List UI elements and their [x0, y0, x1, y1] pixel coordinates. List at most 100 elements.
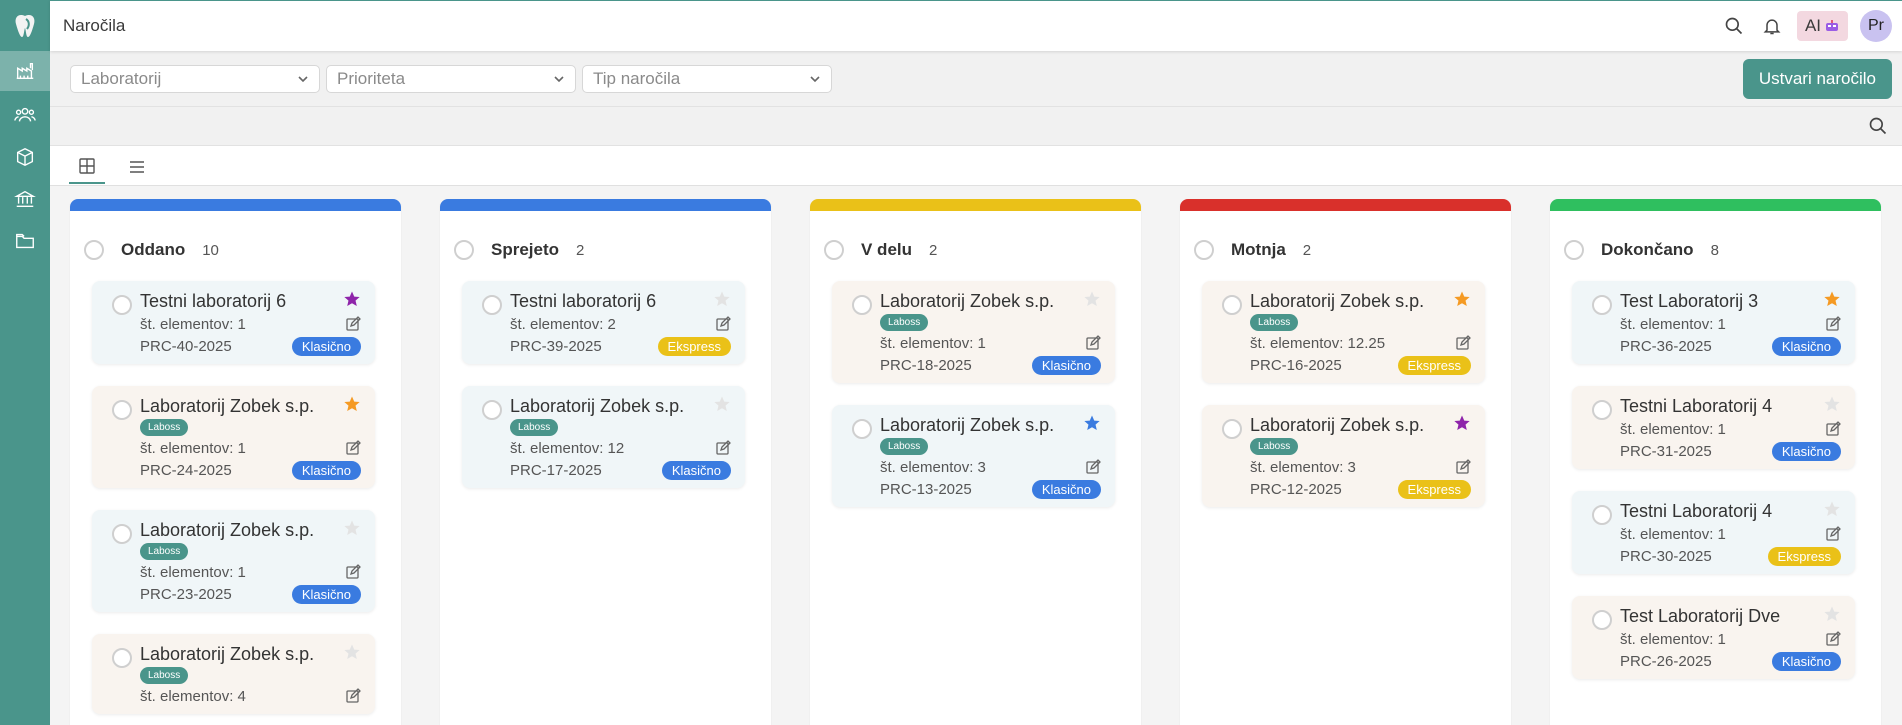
- card-select-radio[interactable]: [852, 295, 872, 315]
- card-order-code: PRC-36-2025: [1620, 337, 1712, 355]
- order-card[interactable]: Testni Laboratorij 4 št. elementov: 1 PR…: [1572, 491, 1855, 574]
- card-title: Laboratorij Zobek s.p.: [140, 520, 315, 540]
- edit-icon[interactable]: [345, 440, 361, 456]
- star-icon[interactable]: [1453, 290, 1471, 308]
- board-search-button[interactable]: [1868, 116, 1888, 141]
- card-select-radio[interactable]: [112, 295, 132, 315]
- edit-icon[interactable]: [1825, 316, 1841, 332]
- card-select-radio[interactable]: [1592, 505, 1612, 525]
- avatar[interactable]: Pr: [1860, 10, 1892, 42]
- card-select-radio[interactable]: [482, 400, 502, 420]
- column-select-radio[interactable]: [824, 240, 844, 260]
- logo[interactable]: [0, 0, 50, 51]
- sidebar-item-users[interactable]: [0, 95, 50, 135]
- edit-icon[interactable]: [1825, 526, 1841, 542]
- star-icon[interactable]: [1453, 414, 1471, 432]
- edit-icon[interactable]: [715, 440, 731, 456]
- bank-icon: [14, 190, 36, 208]
- card-list: Laboratorij Zobek s.p. Laboss št. elemen…: [832, 281, 1115, 529]
- search-icon: [1725, 17, 1743, 35]
- order-card[interactable]: Testni laboratorij 6 št. elementov: 1 PR…: [92, 281, 375, 364]
- star-icon[interactable]: [343, 519, 361, 537]
- star-icon[interactable]: [713, 395, 731, 413]
- card-select-radio[interactable]: [852, 419, 872, 439]
- star-icon[interactable]: [1823, 395, 1841, 413]
- search-button[interactable]: [1721, 11, 1747, 41]
- order-card[interactable]: Laboratorij Zobek s.p. Laboss št. elemen…: [1202, 281, 1485, 383]
- list-view-tab[interactable]: [119, 150, 155, 184]
- column-1: Sprejeto 2 Testni laboratorij 6 št. elem…: [440, 199, 771, 725]
- edit-icon[interactable]: [1085, 459, 1101, 475]
- column-count: 10: [202, 241, 219, 259]
- star-icon[interactable]: [713, 290, 731, 308]
- card-select-radio[interactable]: [1592, 610, 1612, 630]
- laboratory-select[interactable]: Laboratorij: [70, 65, 320, 93]
- sidebar-item-orders[interactable]: [0, 51, 50, 91]
- ai-assistant-button[interactable]: AI: [1796, 11, 1848, 41]
- order-card[interactable]: Laboratorij Zobek s.p. Laboss št. elemen…: [832, 281, 1115, 383]
- order-type-select-placeholder: Tip naročila: [593, 69, 681, 88]
- order-card[interactable]: Test Laboratorij 3 št. elementov: 1 PRC-…: [1572, 281, 1855, 364]
- order-card[interactable]: Test Laboratorij Dve št. elementov: 1 PR…: [1572, 596, 1855, 679]
- sidebar-item-institutions[interactable]: [0, 179, 50, 219]
- card-tag: Laboss: [140, 667, 189, 684]
- card-title: Test Laboratorij Dve: [1620, 606, 1781, 626]
- order-type-badge: Ekspress: [657, 336, 731, 356]
- edit-icon[interactable]: [1825, 421, 1841, 437]
- card-list: Laboratorij Zobek s.p. Laboss št. elemen…: [1202, 281, 1485, 529]
- ai-label: AI: [1804, 16, 1821, 35]
- create-order-button[interactable]: Ustvari naročilo: [1742, 59, 1892, 99]
- order-card[interactable]: Laboratorij Zobek s.p. Laboss št. elemen…: [92, 510, 375, 612]
- star-icon[interactable]: [1823, 290, 1841, 308]
- star-icon[interactable]: [343, 290, 361, 308]
- order-card[interactable]: Testni Laboratorij 4 št. elementov: 1 PR…: [1572, 386, 1855, 469]
- card-select-radio[interactable]: [1222, 419, 1242, 439]
- edit-icon[interactable]: [345, 564, 361, 580]
- edit-icon[interactable]: [1825, 631, 1841, 647]
- card-select-radio[interactable]: [112, 648, 132, 668]
- star-icon[interactable]: [1823, 500, 1841, 518]
- order-card[interactable]: Testni laboratorij 6 št. elementov: 2 PR…: [462, 281, 745, 364]
- column-select-radio[interactable]: [84, 240, 104, 260]
- order-card[interactable]: Laboratorij Zobek s.p. Laboss št. elemen…: [832, 405, 1115, 507]
- card-select-radio[interactable]: [1222, 295, 1242, 315]
- card-order-code: PRC-39-2025: [510, 337, 602, 355]
- column-title: V delu: [861, 240, 913, 259]
- edit-icon[interactable]: [345, 688, 361, 704]
- sidebar-item-products[interactable]: [0, 137, 50, 177]
- edit-icon[interactable]: [1455, 335, 1471, 351]
- star-icon[interactable]: [1083, 414, 1101, 432]
- column-select-radio[interactable]: [1194, 240, 1214, 260]
- priority-select[interactable]: Prioriteta: [326, 65, 576, 93]
- star-icon[interactable]: [343, 395, 361, 413]
- order-type-badge: Klasično: [1031, 355, 1101, 375]
- board-view-tab[interactable]: [69, 150, 105, 184]
- order-card[interactable]: Laboratorij Zobek s.p. Laboss št. elemen…: [462, 386, 745, 488]
- card-select-radio[interactable]: [1592, 400, 1612, 420]
- column-color-bar: [810, 199, 1141, 211]
- edit-icon[interactable]: [345, 316, 361, 332]
- sidebar-item-files[interactable]: [0, 221, 50, 261]
- card-select-radio[interactable]: [112, 400, 132, 420]
- star-icon[interactable]: [1823, 605, 1841, 623]
- card-element-count: št. elementov: 1: [880, 334, 986, 352]
- edit-icon[interactable]: [1455, 459, 1471, 475]
- chevron-down-icon: [810, 76, 820, 83]
- column-count: 8: [1710, 241, 1719, 259]
- order-card[interactable]: Laboratorij Zobek s.p. Laboss št. elemen…: [92, 634, 375, 714]
- order-card[interactable]: Laboratorij Zobek s.p. Laboss št. elemen…: [1202, 405, 1485, 507]
- card-order-code: PRC-12-2025: [1250, 480, 1342, 498]
- card-select-radio[interactable]: [482, 295, 502, 315]
- order-type-select[interactable]: Tip naročila: [582, 65, 832, 93]
- column-title: Sprejeto: [491, 240, 560, 259]
- order-card[interactable]: Laboratorij Zobek s.p. Laboss št. elemen…: [92, 386, 375, 488]
- column-select-radio[interactable]: [454, 240, 474, 260]
- edit-icon[interactable]: [715, 316, 731, 332]
- star-icon[interactable]: [1083, 290, 1101, 308]
- column-select-radio[interactable]: [1564, 240, 1584, 260]
- card-select-radio[interactable]: [112, 524, 132, 544]
- edit-icon[interactable]: [1085, 335, 1101, 351]
- notifications-button[interactable]: [1759, 11, 1785, 41]
- star-icon[interactable]: [343, 643, 361, 661]
- card-select-radio[interactable]: [1592, 295, 1612, 315]
